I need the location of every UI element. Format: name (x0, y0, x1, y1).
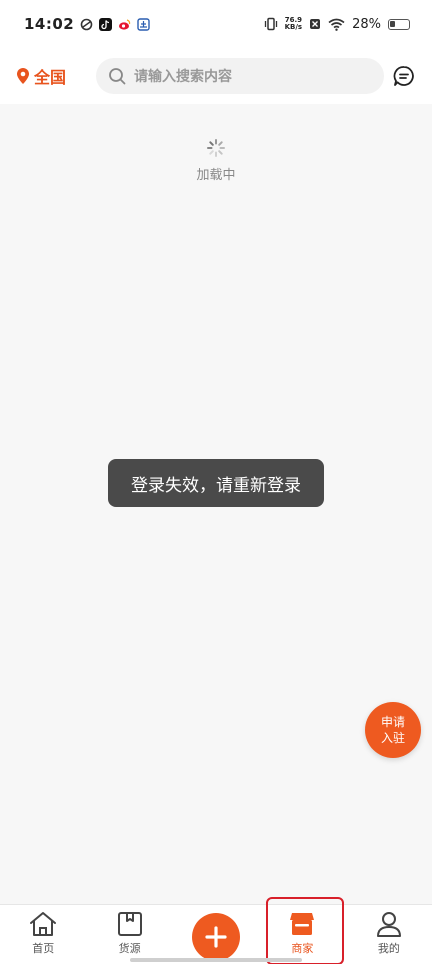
message-icon (393, 66, 414, 86)
net-speed: 76.9 KB/s (285, 17, 302, 31)
nav-item-mine[interactable]: 我的 (346, 905, 432, 964)
net-speed-unit: KB/s (284, 23, 303, 31)
apply-join-button[interactable]: 申请 入驻 (365, 702, 421, 758)
location-pin-icon (17, 68, 29, 84)
nav-item-supply[interactable]: 货源 (86, 905, 172, 964)
nav-item-home[interactable]: 首页 (0, 905, 86, 964)
location-selector[interactable]: 全国 (16, 64, 96, 88)
location-label: 全国 (34, 68, 67, 87)
status-right: 76.9 KB/s 28% (264, 17, 410, 32)
toast-message: 登录失效，请重新登录 (108, 459, 324, 507)
nav-label-home: 首页 (32, 942, 55, 955)
search-icon (109, 68, 126, 85)
publish-button[interactable] (192, 913, 241, 961)
tiktok-icon (99, 17, 113, 31)
vibrate-icon (264, 17, 277, 31)
search-input[interactable]: 请输入搜索内容 (96, 58, 384, 94)
nav-item-merchant[interactable]: 商家 (259, 905, 345, 964)
battery-percent: 28% (352, 16, 381, 32)
apply-join-line2: 入驻 (380, 731, 405, 745)
loading-indicator: 加载中 (0, 138, 432, 183)
user-icon (376, 912, 401, 937)
home-indicator (130, 958, 302, 962)
weibo-icon (119, 18, 131, 30)
apply-join-line1: 申请 (380, 715, 405, 729)
loading-spinner-icon (207, 139, 225, 157)
app-notification-icon (80, 18, 93, 30)
battery-icon (388, 18, 410, 30)
search-placeholder: 请输入搜索内容 (134, 69, 232, 85)
nav-item-publish[interactable] (173, 905, 259, 964)
loading-text: 加载中 (196, 168, 236, 183)
store-icon (290, 913, 315, 935)
nav-label-mine: 我的 (377, 942, 400, 955)
message-button[interactable] (392, 64, 416, 88)
box-icon (117, 912, 142, 936)
status-bar: 14:02 76.9 KB/s 28% (0, 0, 432, 48)
no-sim-icon (310, 19, 321, 29)
status-left: 14:02 (24, 15, 150, 33)
bottom-nav: 首页 货源 商家 我的 (0, 904, 432, 964)
header: 全国 请输入搜索内容 (0, 48, 432, 104)
nav-label-merchant: 商家 (291, 942, 314, 955)
nav-label-supply: 货源 (118, 942, 141, 955)
plus-icon (205, 926, 227, 948)
status-time: 14:02 (24, 15, 75, 33)
home-icon (30, 912, 57, 936)
wifi-icon (328, 18, 345, 31)
app-notification-icon-2 (137, 17, 150, 31)
